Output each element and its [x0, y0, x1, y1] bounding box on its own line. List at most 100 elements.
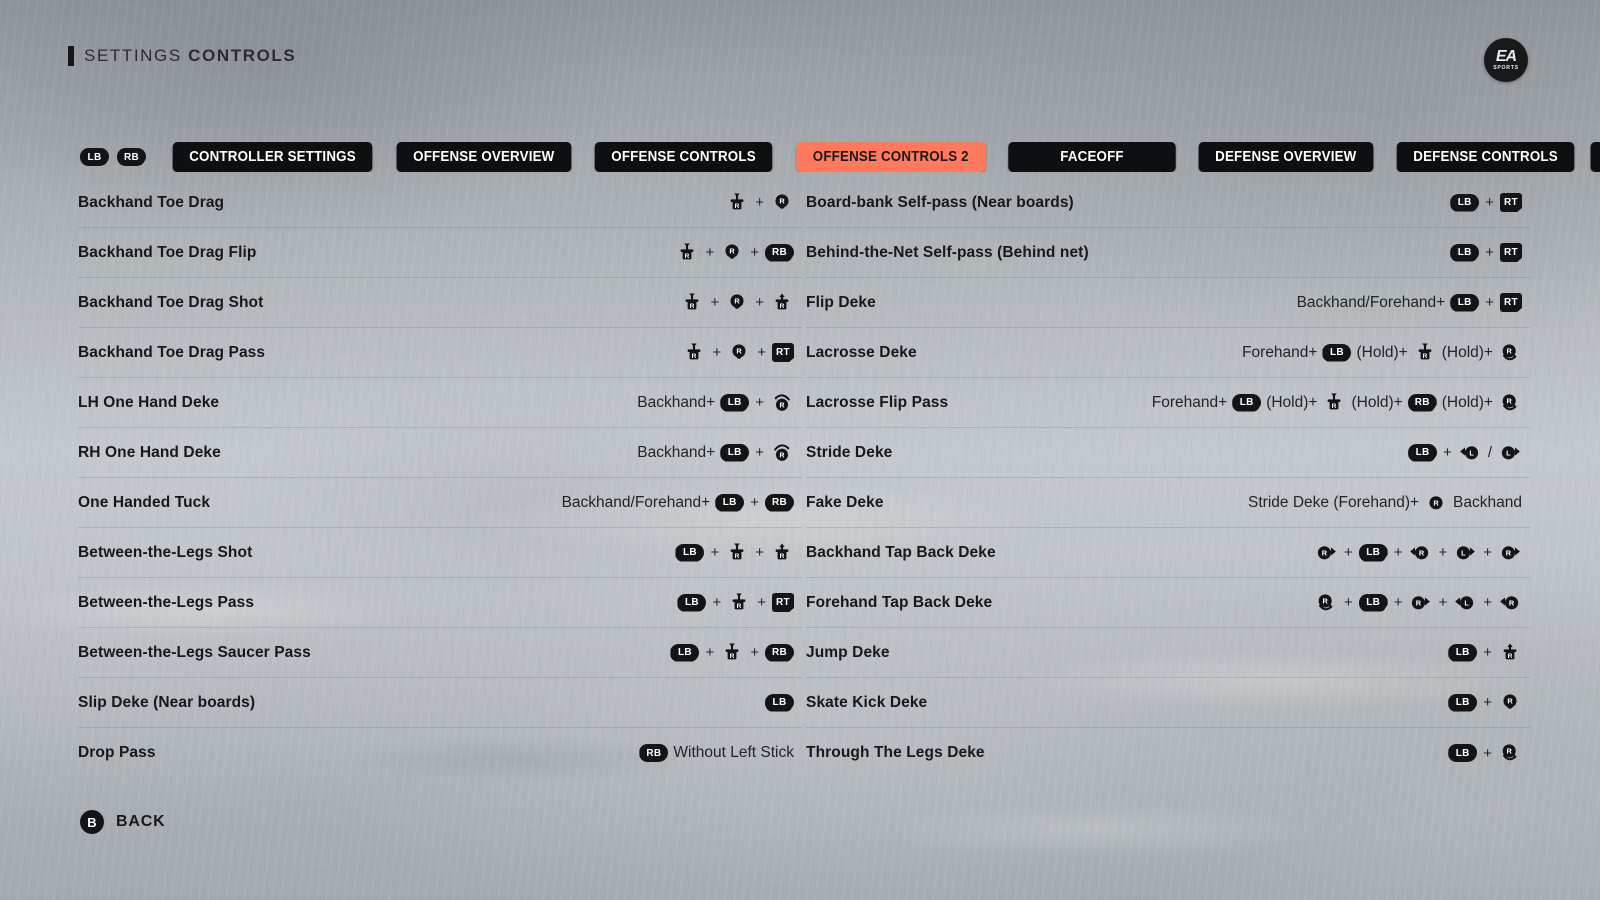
tab-bar: LB RB CONTROLLER SETTINGS OFFENSE OVERVIEW O…: [80, 142, 1600, 172]
control-name: Between-the-Legs Saucer Pass: [78, 643, 311, 661]
control-binding: LB + R: [1448, 690, 1522, 716]
plus-separator: +: [705, 644, 715, 661]
lb-button-icon: LB: [720, 443, 750, 462]
controls-columns: Backhand Toe Drag R + R Backhand Toe Drag Fl…: [0, 178, 1600, 778]
plus-separator: +: [1483, 644, 1492, 661]
stick-r-down-icon: R: [727, 340, 751, 366]
plus-separator: +: [755, 444, 764, 461]
plus-separator: +: [1485, 244, 1494, 261]
tab-label: FACEOFF: [1060, 149, 1125, 165]
svg-text:R: R: [1509, 598, 1515, 607]
bumper-lb[interactable]: LB: [80, 148, 109, 166]
tab-faceoff[interactable]: FACEOFF: [1008, 142, 1177, 172]
control-row: Between-the-Legs Pass LB + R + RT: [78, 578, 802, 628]
tab-more[interactable]: [1590, 142, 1600, 172]
control-name: One Handed Tuck: [78, 493, 211, 511]
control-row: Slip Deke (Near boards) LB: [78, 678, 802, 728]
control-row: Lacrosse Flip Pass Forehand+ LB (Hold)+ R (Ho…: [806, 378, 1530, 428]
control-row: LH One Hand Deke Backhand+ LB + R: [78, 378, 802, 428]
control-name: Drop Pass: [78, 744, 156, 761]
binding-text: (Hold)+: [1441, 393, 1493, 411]
stick-r-right-icon: R: [1498, 540, 1522, 566]
control-row: Backhand Toe Drag Flip R + R + RB: [78, 228, 802, 278]
plus-separator: +: [1343, 594, 1353, 611]
lb-button-icon: LB: [715, 493, 745, 512]
stick-r-up-icon: R: [770, 540, 794, 566]
svg-text:R: R: [780, 303, 785, 310]
plus-separator: +: [1393, 594, 1403, 611]
stick-r-down-icon: R: [725, 190, 749, 216]
control-binding: LB + L / L: [1408, 440, 1522, 466]
svg-text:R: R: [1508, 653, 1513, 660]
rb-button-icon: RB: [765, 643, 794, 662]
plus-separator: +: [1438, 544, 1448, 561]
stick-r-down-icon: R: [1413, 340, 1437, 366]
control-binding: R + LB + R + L + R: [1314, 590, 1522, 616]
svg-text:R: R: [1506, 548, 1512, 557]
tab-offense-overview[interactable]: OFFENSE OVERVIEW: [396, 142, 572, 172]
stick-l-left-icon: L: [1453, 590, 1477, 616]
lb-button-icon: LB: [1450, 243, 1480, 262]
control-binding: R + R: [725, 190, 794, 216]
stick-r-down-icon: R: [682, 340, 706, 366]
control-name: Backhand Toe Drag Flip: [78, 243, 257, 261]
stick-r-down-icon: R: [727, 590, 751, 616]
plus-separator: +: [750, 644, 759, 661]
binding-text: (Hold)+: [1441, 343, 1493, 361]
tab-defense-controls[interactable]: DEFENSE CONTROLS: [1396, 142, 1575, 172]
control-name: Behind-the-Net Self-pass (Behind net): [806, 243, 1089, 261]
stick-r-down-icon: R: [1498, 690, 1522, 716]
binding-text: Forehand+: [1242, 343, 1318, 361]
back-action[interactable]: B BACK: [80, 810, 165, 834]
control-name: Backhand Toe Drag Shot: [78, 293, 264, 311]
rt-trigger-icon: RT: [1500, 193, 1522, 212]
plus-separator: +: [710, 294, 720, 311]
plus-separator: +: [750, 244, 759, 261]
stick-r-rotate-right-icon: R: [770, 440, 794, 466]
svg-text:L: L: [1469, 448, 1474, 457]
plus-separator: +: [1343, 544, 1353, 561]
plus-separator: +: [755, 544, 764, 561]
plus-separator: +: [755, 194, 764, 211]
page-header: SETTINGS CONTROLS: [68, 46, 296, 66]
svg-text:R: R: [737, 603, 742, 610]
svg-text:R: R: [1422, 353, 1427, 360]
svg-text:L: L: [1461, 548, 1466, 557]
b-button-icon: B: [80, 810, 104, 834]
stick-l-right-icon: L: [1498, 440, 1522, 466]
tab-label: OFFENSE OVERVIEW: [413, 149, 555, 165]
back-label: BACK: [116, 813, 166, 830]
stick-r-none-icon: R: [1424, 490, 1448, 516]
plus-separator: +: [1485, 194, 1494, 211]
control-binding: LB + R + RB: [670, 640, 794, 666]
stick-r-swoop-icon: R: [1498, 740, 1522, 766]
control-name: Backhand Toe Drag Pass: [78, 343, 266, 361]
tab-controller-settings[interactable]: CONTROLLER SETTINGS: [172, 142, 373, 172]
controls-column-right: Board-bank Self-pass (Near boards) LB + RT B…: [806, 178, 1530, 778]
stick-r-right-icon: R: [1314, 540, 1338, 566]
tab-defense-overview[interactable]: DEFENSE OVERVIEW: [1198, 142, 1374, 172]
tab-offense-controls[interactable]: OFFENSE CONTROLS: [594, 142, 772, 172]
plus-separator: +: [1483, 544, 1492, 561]
control-row: Backhand Tap Back Deke R + LB + R + L + R: [806, 528, 1530, 578]
svg-text:R: R: [780, 452, 785, 459]
control-row: Lacrosse Deke Forehand+ LB (Hold)+ R (Hold)+ R: [806, 328, 1530, 378]
rb-button-icon: RB: [1407, 393, 1437, 412]
lb-button-icon: LB: [1448, 643, 1478, 662]
tab-offense-controls-2[interactable]: OFFENSE CONTROLS 2: [795, 142, 986, 172]
lb-button-icon: LB: [1448, 744, 1478, 762]
lb-button-icon: LB: [1450, 293, 1480, 312]
control-row: Skate Kick Deke LB + R: [806, 678, 1530, 728]
control-name: Forehand Tap Back Deke: [806, 593, 993, 611]
control-name: Flip Deke: [806, 293, 876, 311]
rt-trigger-icon: RT: [1500, 293, 1522, 312]
plus-separator: +: [712, 344, 722, 361]
stick-r-up-icon: R: [1498, 640, 1522, 666]
control-row: Fake Deke Stride Deke (Forehand)+ R Backhan…: [806, 478, 1530, 528]
lb-button-icon: LB: [1358, 543, 1388, 562]
bumper-rb[interactable]: RB: [117, 148, 146, 166]
control-name: Fake Deke: [806, 493, 884, 511]
binding-text: (Hold)+: [1351, 393, 1403, 411]
control-name: Through The Legs Deke: [806, 744, 985, 761]
plus-separator: +: [757, 344, 766, 361]
